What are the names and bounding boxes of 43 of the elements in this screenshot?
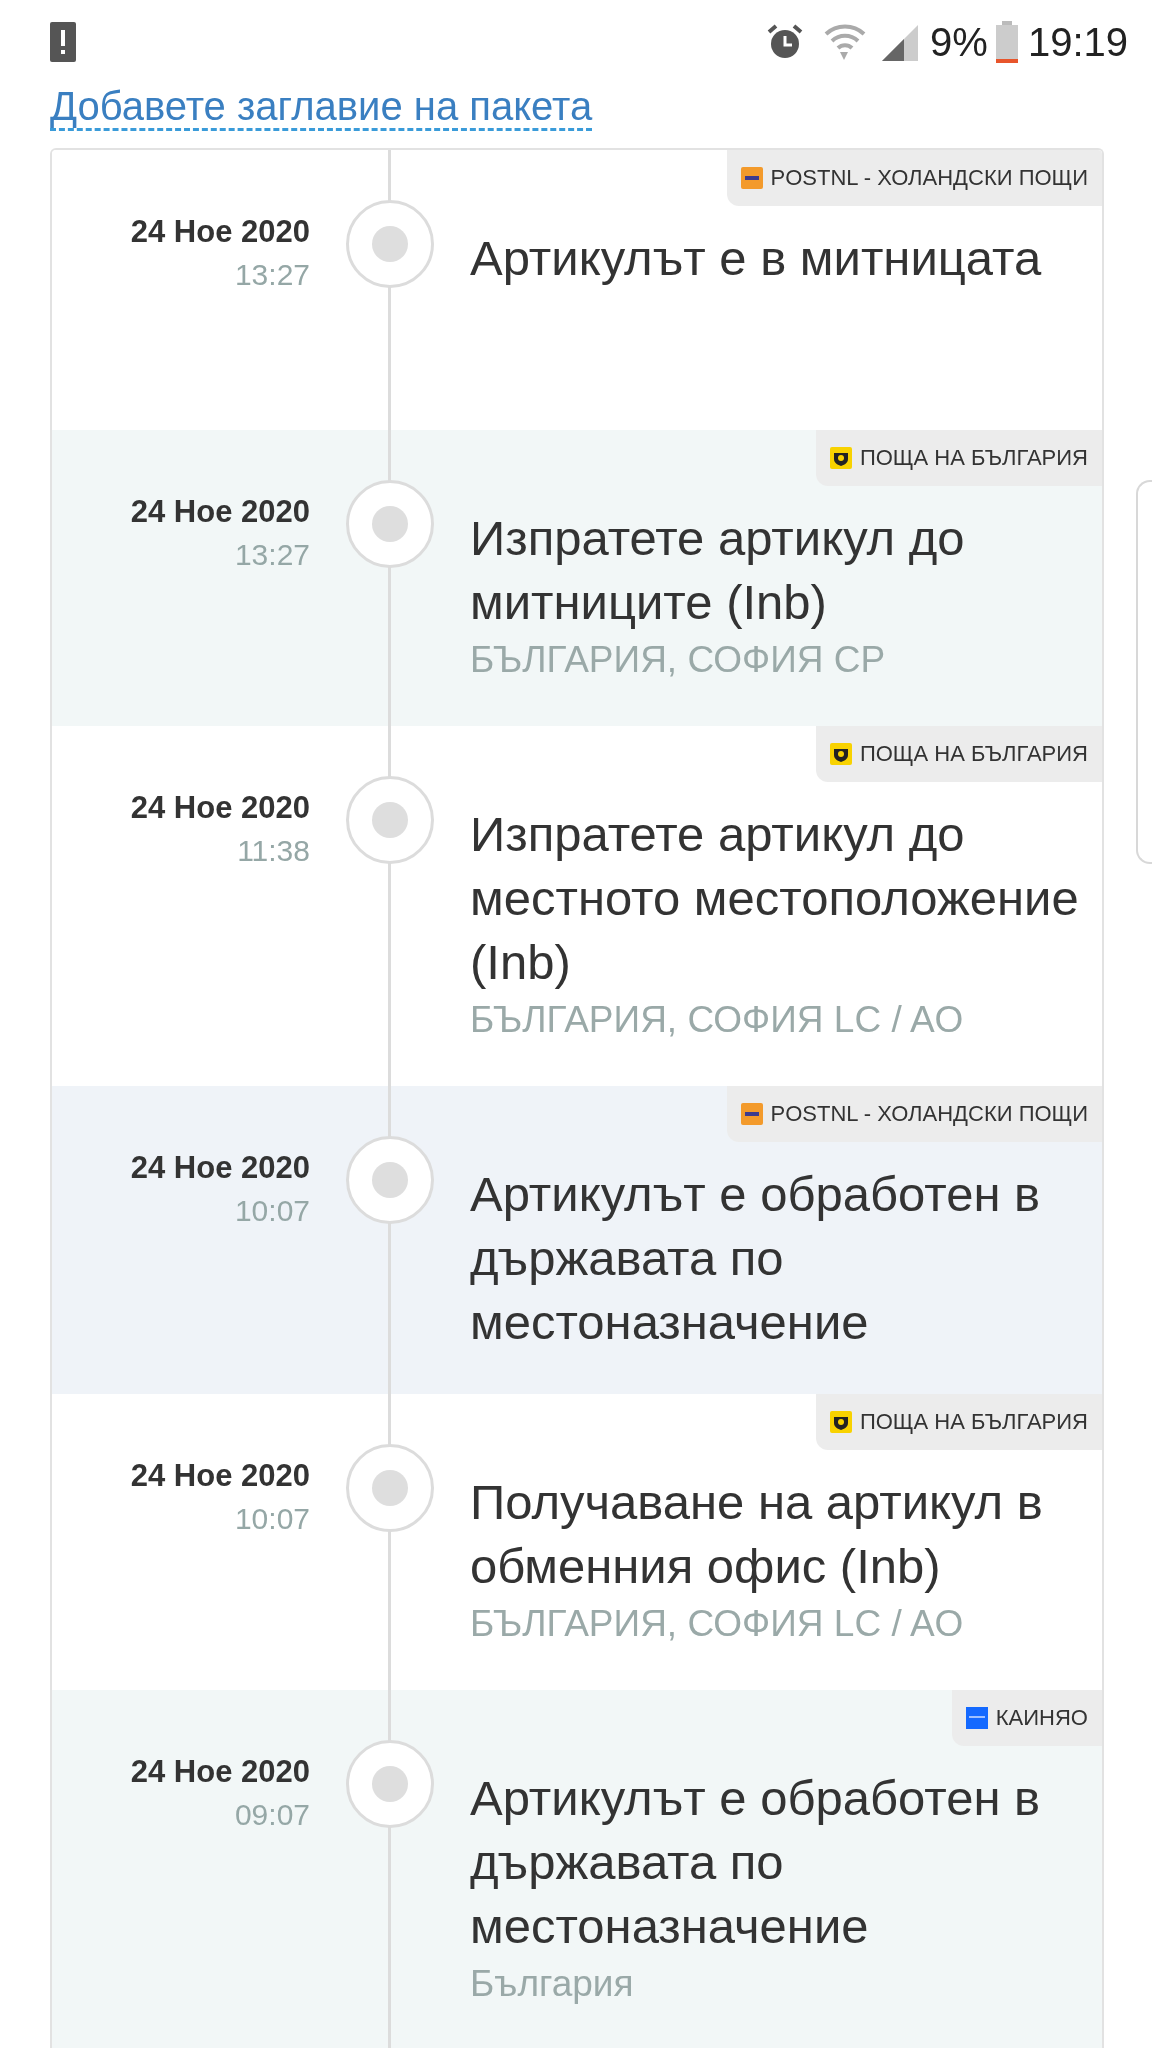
event-location: БЪЛГАРИЯ, СОФИЯ LC / AO: [470, 1602, 965, 1646]
carrier-name: ПОЩА НА БЪЛГАРИЯ: [859, 1409, 1088, 1435]
event-title: Артикулът е обработен в държавата по местоназначение: [470, 1166, 1042, 1351]
carrier-name: POSTNL - ХОЛАНДСКИ ПОЩИ: [770, 165, 1088, 191]
event-date: 24 Ное 2020: [130, 1150, 310, 1186]
event-title: Получаване на артикул в обменния офис (Inb): [470, 1474, 1044, 1595]
event-location: България: [470, 1962, 635, 2006]
event-time: 10:07: [234, 1194, 310, 1228]
event-title: Изпратете артикул до митниците (Inb): [470, 510, 966, 631]
lion-crest-icon: [829, 447, 852, 469]
event-date: 24 Ное 2020: [130, 214, 310, 250]
wifi-icon: [824, 22, 867, 62]
carrier-logo-icon: [965, 1707, 988, 1729]
event-date: 24 Ное 2020: [130, 1458, 310, 1494]
event-time: 09:07: [234, 1798, 310, 1832]
event-location: БЪЛГАРИЯ, СОФИЯ LC / AO: [470, 998, 965, 1042]
battery-icon: [995, 21, 1018, 63]
event-title: Артикулът е в митницата: [470, 230, 1043, 287]
lion-crest-icon: [829, 1411, 852, 1433]
edge-panel-handle[interactable]: [1136, 480, 1152, 864]
event-time: 11:38: [237, 834, 310, 868]
signal-icon: [880, 23, 921, 61]
carrier-name: КАИНЯО: [995, 1705, 1088, 1731]
battery-percent: 9%: [930, 19, 988, 65]
carrier-name: ПОЩА НА БЪЛГАРИЯ: [859, 741, 1088, 767]
carrier-name: POSTNL - ХОЛАНДСКИ ПОЩИ: [770, 1101, 1088, 1127]
event-time: 10:07: [234, 1502, 310, 1536]
carrier-name: ПОЩА НА БЪЛГАРИЯ: [859, 445, 1088, 471]
event-date: 24 Ное 2020: [130, 1754, 310, 1790]
postal-logo-icon: [740, 1103, 763, 1125]
event-date: 24 Ное 2020: [130, 790, 310, 826]
event-time: 13:27: [234, 258, 310, 292]
event-title: Изпратете артикул до местното местоположение (Inb): [470, 806, 1080, 991]
event-time: 13:27: [234, 538, 310, 572]
clock-time: 19:19: [1027, 19, 1128, 65]
event-title: Артикулът е обработен в държавата по местоназначение: [470, 1770, 1042, 1955]
notification-alert-icon: [50, 22, 76, 62]
event-location: БЪЛГАРИЯ, СОФИЯ CP: [470, 638, 887, 682]
event-date: 24 Ное 2020: [130, 494, 310, 530]
alarm-clock-icon: [766, 23, 805, 61]
postal-logo-icon: [740, 167, 763, 189]
lion-crest-icon: [829, 743, 852, 765]
add-title-link[interactable]: Добавете заглавие на пакета: [50, 84, 593, 131]
